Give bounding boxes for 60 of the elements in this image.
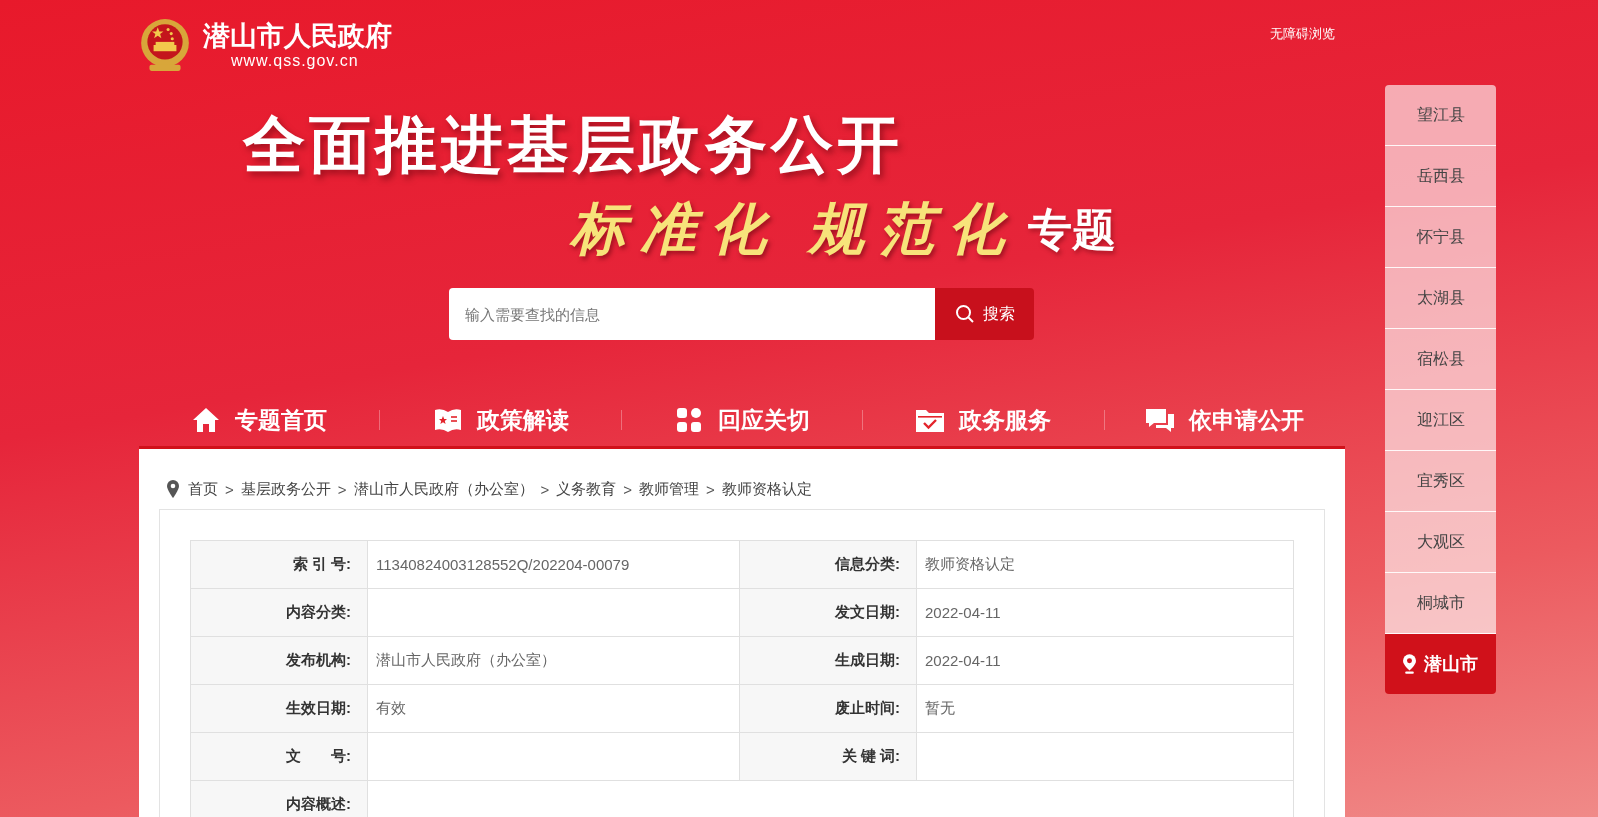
- breadcrumb-link[interactable]: 首页: [188, 479, 218, 499]
- breadcrumb-link[interactable]: 义务教育: [556, 479, 617, 499]
- region-link[interactable]: 岳西县: [1385, 146, 1496, 207]
- breadcrumb-link[interactable]: 基层政务公开: [240, 479, 331, 499]
- folder-check-icon: [915, 407, 946, 433]
- field-label: 文 号:: [190, 732, 368, 781]
- field-value: 2022-04-11: [916, 588, 1294, 637]
- book-icon: [432, 407, 463, 433]
- accessibility-link[interactable]: 无障碍浏览: [1270, 25, 1335, 43]
- chat-icon: [1145, 407, 1176, 433]
- nav-item[interactable]: 政策解读: [380, 404, 621, 436]
- nav-item[interactable]: 政务服务: [863, 404, 1104, 436]
- search-field[interactable]: 输入需要查找的信息: [449, 288, 935, 340]
- field-label: 生成日期:: [739, 636, 917, 685]
- field-label: 关 键 词:: [739, 732, 917, 781]
- field-label: 索 引 号:: [190, 540, 368, 589]
- site-url: www.qss.gov.cn: [231, 52, 360, 70]
- field-value: 2022-04-11: [916, 636, 1294, 685]
- region-link[interactable]: 宜秀区: [1385, 451, 1496, 512]
- breadcrumb-separator: >: [337, 480, 347, 498]
- site-name: 潜山市人民政府: [203, 20, 392, 52]
- banner-subtitle: 标准化 规范化: [570, 197, 1018, 262]
- breadcrumb-link[interactable]: 潜山市人民政府（办公室）: [353, 479, 534, 499]
- banner-title: 全面推进基层政务公开: [243, 110, 904, 180]
- breadcrumb-link[interactable]: 教师资格认定: [721, 479, 812, 499]
- field-label: 发布机构:: [190, 636, 368, 685]
- region-link[interactable]: 桐城市: [1385, 573, 1496, 634]
- banner-subtitle-suffix: 专题: [1028, 203, 1116, 256]
- location-pin-icon: [1403, 654, 1416, 674]
- field-label: 信息分类:: [739, 540, 917, 589]
- region-link[interactable]: 大观区: [1385, 512, 1496, 573]
- field-label: 内容分类:: [190, 588, 368, 637]
- field-label: 内容概述:: [190, 780, 368, 817]
- field-label: 废止时间:: [739, 684, 917, 733]
- search-button[interactable]: 搜索: [935, 288, 1034, 340]
- field-value: 教师资格认定: [916, 540, 1294, 589]
- breadcrumb-separator: >: [225, 480, 234, 498]
- location-pin-icon: [167, 480, 179, 498]
- region-link[interactable]: 宿松县: [1385, 329, 1496, 390]
- region-link[interactable]: 太湖县: [1385, 268, 1496, 329]
- nav-item[interactable]: 回应关切: [621, 404, 863, 436]
- search-icon: [954, 304, 975, 324]
- nav-item[interactable]: 依申请公开: [1104, 404, 1346, 436]
- field-label: 生效日期:: [190, 684, 368, 733]
- field-value: 11340824003128552Q/202204-00079: [367, 540, 740, 589]
- field-value: 暂无: [916, 684, 1294, 733]
- region-link[interactable]: 潜山市: [1385, 634, 1496, 694]
- nav-item[interactable]: 专题首页: [139, 404, 380, 436]
- breadcrumb-separator: >: [623, 480, 633, 498]
- field-value: 有效: [367, 684, 740, 733]
- breadcrumb-link[interactable]: 教师管理: [639, 479, 700, 499]
- region-link[interactable]: 怀宁县: [1385, 207, 1496, 268]
- region-link[interactable]: 望江县: [1385, 85, 1496, 146]
- field-value: 潜山市人民政府（办公室）: [367, 636, 740, 685]
- field-label: 发文日期:: [739, 588, 917, 637]
- region-link[interactable]: 迎江区: [1385, 390, 1496, 451]
- breadcrumb-separator: >: [540, 480, 550, 498]
- emblem-icon: [139, 17, 191, 73]
- grid-icon: [674, 407, 704, 433]
- breadcrumb-separator: >: [706, 480, 715, 498]
